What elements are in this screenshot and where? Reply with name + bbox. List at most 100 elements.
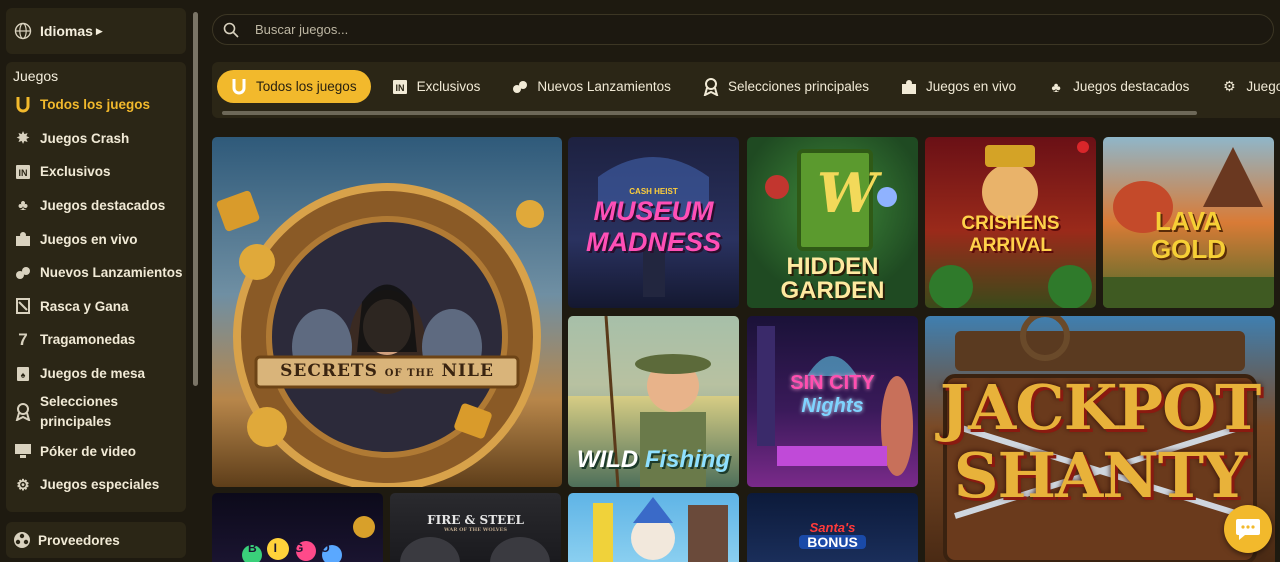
bingo-letters: BIGO [248,541,347,555]
game-tile-hidden-garden[interactable]: W HIDDEN GARDEN [747,137,918,308]
game-tile-wild-fishing[interactable]: WILD Fishing [568,316,739,487]
game-tile-jackpot-shanty[interactable]: JACKPOT SHANTY [925,316,1275,562]
special-gear-icon: ⚙ [1223,78,1236,94]
caret-right-icon: ▶ [95,25,103,36]
game-title: Santa's BONUS [747,521,918,550]
title-line: SIN CITY [790,372,875,394]
scratch-card-icon [13,296,33,316]
casino-lobby: Idiomas ▶ Juegos Todos los juegos ✸ Jueg… [0,0,1280,562]
game-artwork [593,497,728,562]
language-selector[interactable]: Idiomas ▶ [6,8,186,54]
title-line: SHANTY [953,439,1248,512]
tab-label: Todos los juegos [256,79,357,94]
chat-icon [1236,519,1260,540]
garden-badge: W [817,161,878,225]
sidebar-item-label: Exclusivos [40,164,111,180]
title-part: SECRETS [280,361,378,381]
tab-juegos-especiales[interactable]: ⚙ Juegos e [1206,70,1280,103]
sidebar-item-label: Juegos Crash [40,130,130,146]
slot-seven-icon: 7 [18,329,28,349]
game-tile-sin-city-nights[interactable]: SIN CITY Nights [747,316,918,487]
title-line: GARDEN [780,277,885,304]
tab-juegos-destacados[interactable]: ♣ Juegos destacados [1033,70,1204,103]
providers-icon [14,532,30,548]
sidebar-item-nuevos-lanzamientos[interactable]: Nuevos Lanzamientos [13,256,186,290]
title-part: OF THE [384,368,435,379]
title-line: LAVA [1155,206,1222,236]
svg-text:IN: IN [395,83,404,93]
sidebar-item-label: Tragamonedas [40,332,136,348]
exclusive-icon: IN [391,78,409,96]
sidebar-item-selecciones-principales[interactable]: Selecciones principales [13,390,186,434]
title-line: BONUS [799,535,866,549]
sidebar-item-label: Rasca y Gana [40,298,129,314]
game-tile-secrets-of-the-nile[interactable]: SECRETS OF THE NILE [212,137,562,487]
title-line: Fishing [644,446,731,473]
special-gear-icon: ⚙ [16,476,30,494]
crash-icon: ✸ [16,130,30,148]
game-tile-crishens-arrival[interactable]: CRISHENS ARRIVAL [925,137,1096,308]
sidebar-item-label: Juegos de mesa [40,366,146,382]
chat-button[interactable] [1224,505,1272,553]
game-title: SECRETS OF THE NILE [212,361,562,381]
tab-label: Nuevos Lanzamientos [537,79,671,94]
title-line: GOLD [1150,234,1227,264]
sidebar-item-juegos-de-mesa[interactable]: ♠ Juegos de mesa [13,357,186,391]
sidebar-scrollbar[interactable] [193,12,198,386]
award-icon [702,77,720,96]
video-poker-icon [13,441,33,461]
game-tile-bingo[interactable]: BIGO [212,493,383,562]
sidebar-item-juegos-crash[interactable]: ✸ Juegos Crash [13,122,186,156]
sidebar-item-poker-de-video[interactable]: Póker de video [13,434,186,468]
title-kicker: CASH HEIST [629,187,678,196]
svg-text:♠: ♠ [21,370,26,380]
sidebar-item-todos-los-juegos[interactable]: Todos los juegos [13,88,186,122]
game-tile-museum-madness[interactable]: CASH HEIST MUSEUM MADNESS [568,137,739,308]
search-bar[interactable] [212,14,1274,45]
tab-juegos-en-vivo[interactable]: Juegos en vivo [886,70,1031,103]
sidebar-item-tragamonedas[interactable]: 7 Tragamonedas [13,323,186,357]
sidebar-item-juegos-destacados[interactable]: ♣ Juegos destacados [13,189,186,223]
sidebar-item-rasca-y-gana[interactable]: Rasca y Gana [13,290,186,324]
game-title: HIDDEN GARDEN [747,255,918,303]
globe-icon [14,22,32,40]
horseshoe-icon [230,78,248,96]
tab-nuevos-lanzamientos[interactable]: Nuevos Lanzamientos [497,70,686,103]
tab-label: Juegos en vivo [926,79,1017,94]
games-nav: Juegos Todos los juegos ✸ Juegos Crash I… [6,62,186,512]
tab-exclusivos[interactable]: IN Exclusivos [377,70,496,103]
title-part: NILE [441,361,494,381]
game-tile-fire-and-steel[interactable]: FIRE & STEEL WAR OF THE WOLVES [390,493,561,562]
search-input[interactable] [255,22,1155,37]
award-icon [13,402,33,422]
sidebar-item-juegos-en-vivo[interactable]: Juegos en vivo [13,222,186,256]
tab-label: Exclusivos [416,79,481,94]
game-title: CASH HEIST MUSEUM MADNESS [568,187,739,258]
game-tile-lava-gold[interactable]: LAVA GOLD [1103,137,1274,308]
title-line: FIRE & STEEL [427,513,524,527]
game-tile-santas-bonus[interactable]: Santa's BONUS [747,493,918,562]
tab-label: Juegos e [1246,79,1280,94]
title-line: CRISHENS [961,213,1060,234]
live-dealer-icon [900,78,918,96]
category-tabs: Todos los juegos IN Exclusivos Nuevos La… [212,62,1280,118]
title-line: WILD [576,446,639,473]
tab-selecciones-principales[interactable]: Selecciones principales [688,70,884,103]
game-tile-wizard[interactable] [568,493,739,562]
sidebar-item-label: Póker de video [40,443,137,459]
sidebar-item-label: Juegos especiales [40,477,160,493]
exclusive-icon: IN [13,162,33,182]
tab-todos-los-juegos[interactable]: Todos los juegos [217,70,371,103]
sidebar-item-juegos-especiales[interactable]: ⚙ Juegos especiales [13,468,186,502]
title-line: HIDDEN [786,253,879,280]
new-releases-icon [511,78,529,96]
game-title: SIN CITY Nights [747,372,918,418]
tabs-scrollbar[interactable] [222,111,1197,115]
title-line: WAR OF THE WOLVES [444,527,507,533]
sidebar-item-exclusivos[interactable]: IN Exclusivos [13,155,186,189]
sidebar-item-label: Juegos en vivo [40,231,138,247]
new-releases-icon [13,263,33,283]
tab-label: Juegos destacados [1073,79,1190,94]
providers-button[interactable]: Proveedores [6,522,186,558]
title-line: MADNESS [585,227,721,257]
